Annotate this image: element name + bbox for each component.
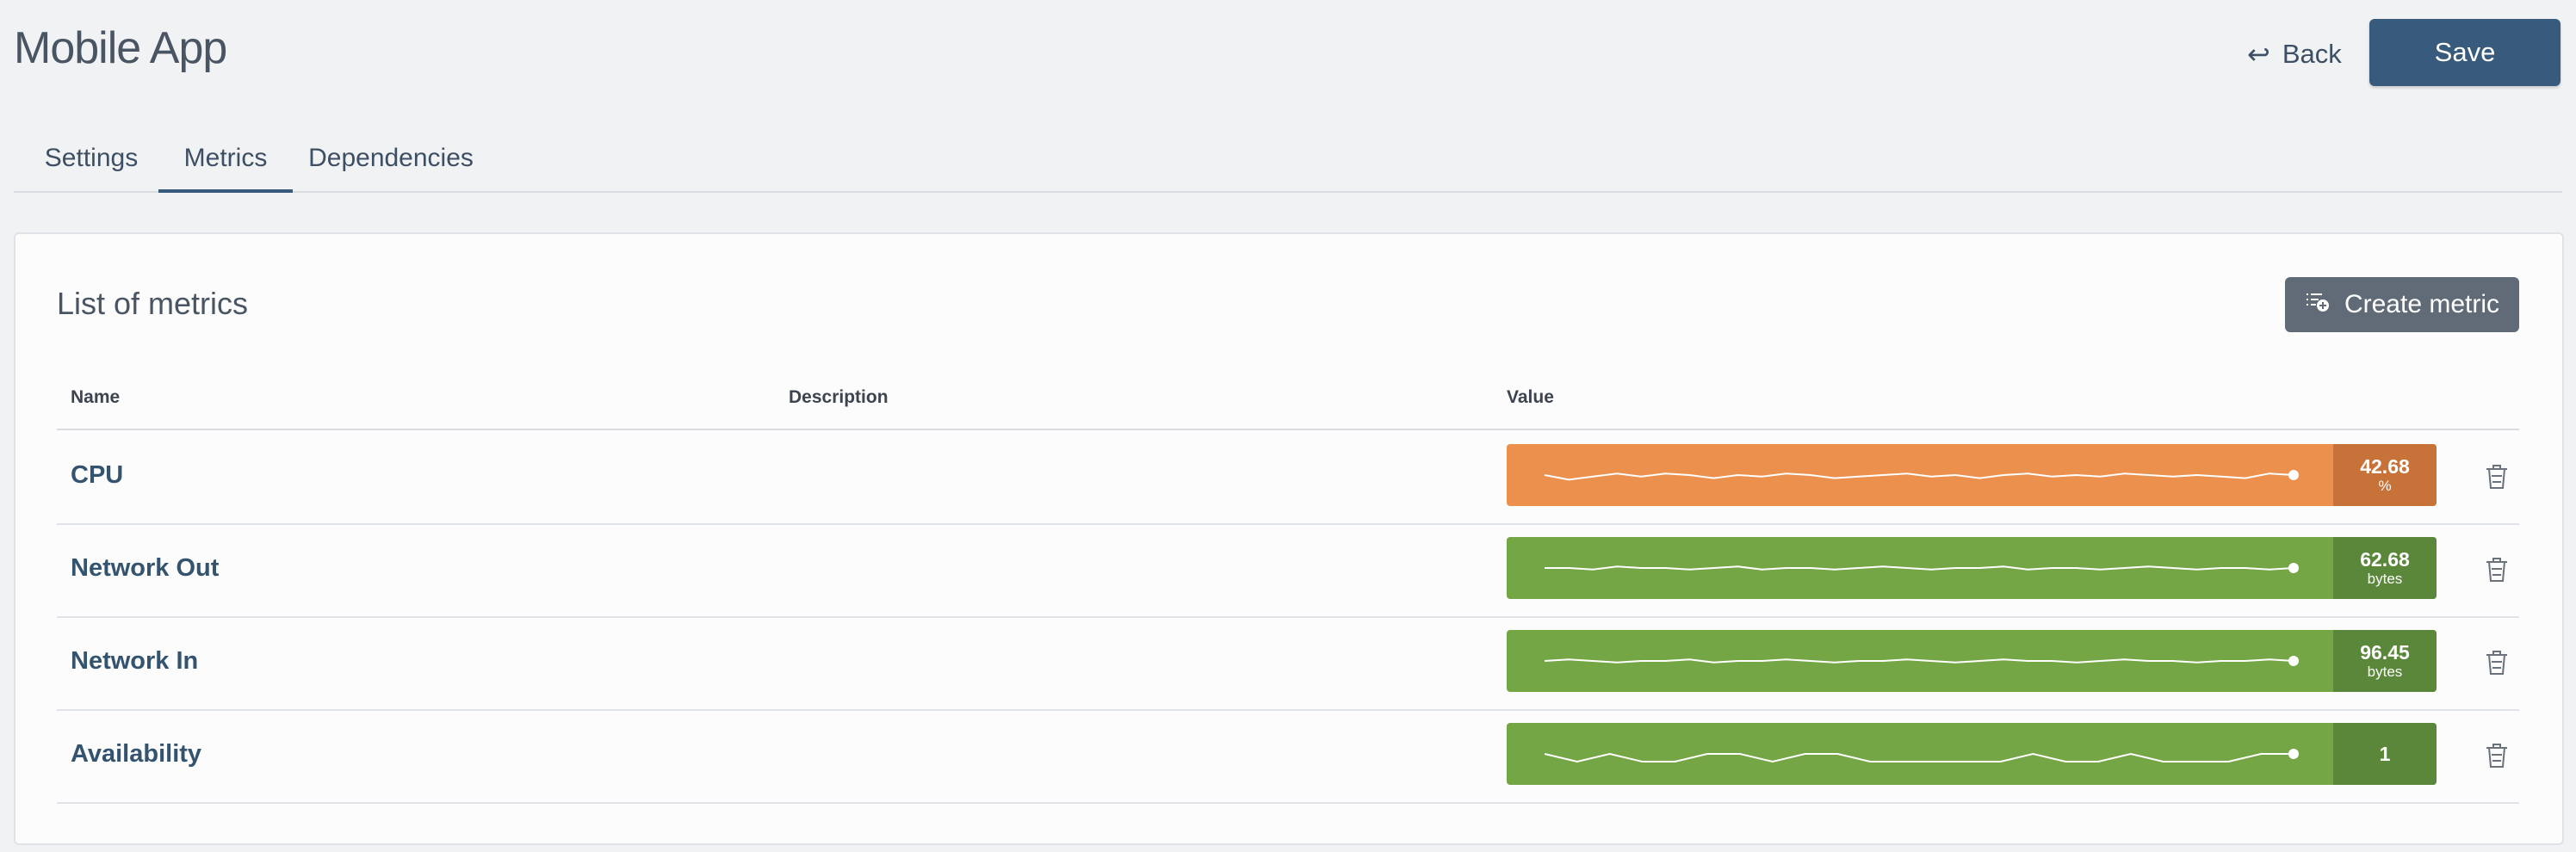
metric-value-box: 96.45 bytes [2333,630,2437,692]
add-list-icon [2305,288,2331,321]
sparkline-chart [1544,470,2299,481]
metric-value: 1 [2379,743,2391,765]
column-header-value: Value [1507,387,1554,407]
metric-name[interactable]: CPU [71,461,123,490]
sparkline-last-point [2288,563,2299,573]
metrics-card: List of metrics Create metric Name Descr… [14,232,2564,845]
metric-value-box: 62.68 bytes [2333,537,2437,599]
page-title: Mobile App [14,23,227,73]
metric-value: 62.68 [2360,548,2410,571]
sparkline-line [1544,752,2294,763]
metric-value-box: 1 [2333,723,2437,785]
column-header-description: Description [789,387,889,407]
metric-value: 96.45 [2360,641,2410,664]
sparkline-chart [1545,563,2299,573]
card-title: List of metrics [57,286,249,321]
back-arrow-icon: ↩ [2247,39,2270,70]
metric-row-cpu: CPU 42.68% [57,430,2519,525]
metric-name[interactable]: Network Out [71,554,219,583]
back-label: Back [2282,39,2342,69]
save-button[interactable]: Save [2369,19,2561,86]
sparkline-last-point [2288,470,2299,480]
sparkline-chart [1544,656,2299,666]
metric-value-bar[interactable]: 42.68% [1507,444,2437,506]
trash-icon[interactable] [2481,740,2512,771]
trash-icon[interactable] [2481,647,2512,678]
metric-value: 42.68 [2360,455,2410,478]
metric-name[interactable]: Network In [71,647,198,676]
metric-value-box: 42.68% [2333,444,2437,506]
metric-value-bar[interactable]: 1 [1507,723,2437,785]
tab-bar: Settings Metrics Dependencies [14,127,2562,193]
trash-icon[interactable] [2481,461,2512,492]
metric-unit: % [2378,478,2392,494]
back-button[interactable]: ↩ Back [2247,33,2342,76]
metric-value-bar[interactable]: 62.68 bytes [1507,537,2437,599]
page-header: Mobile App ↩ Back Save [14,0,2562,112]
metric-row-network-in: Network In 96.45 bytes [57,616,2519,711]
column-header-name: Name [71,387,121,407]
tab-dependencies[interactable]: Dependencies [300,127,482,189]
trash-icon[interactable] [2481,554,2512,585]
create-metric-button[interactable]: Create metric [2285,277,2519,332]
sparkline-line [1544,472,2294,481]
tab-metrics[interactable]: Metrics [158,127,293,193]
sparkline-last-point [2288,749,2299,759]
tab-settings[interactable]: Settings [28,127,155,189]
metric-name[interactable]: Availability [71,740,201,769]
metric-row-network-out: Network Out 62.68 bytes [57,523,2519,618]
sparkline-line [1544,658,2294,664]
metric-unit: bytes [2367,571,2403,587]
create-metric-label: Create metric [2344,290,2500,318]
sparkline-last-point [2288,656,2299,666]
metric-value-bar[interactable]: 96.45 bytes [1507,630,2437,692]
metric-row-availability: Availability 1 [57,709,2519,804]
sparkline-line [1545,565,2294,571]
sparkline-chart [1544,749,2299,763]
metric-unit: bytes [2367,664,2403,680]
